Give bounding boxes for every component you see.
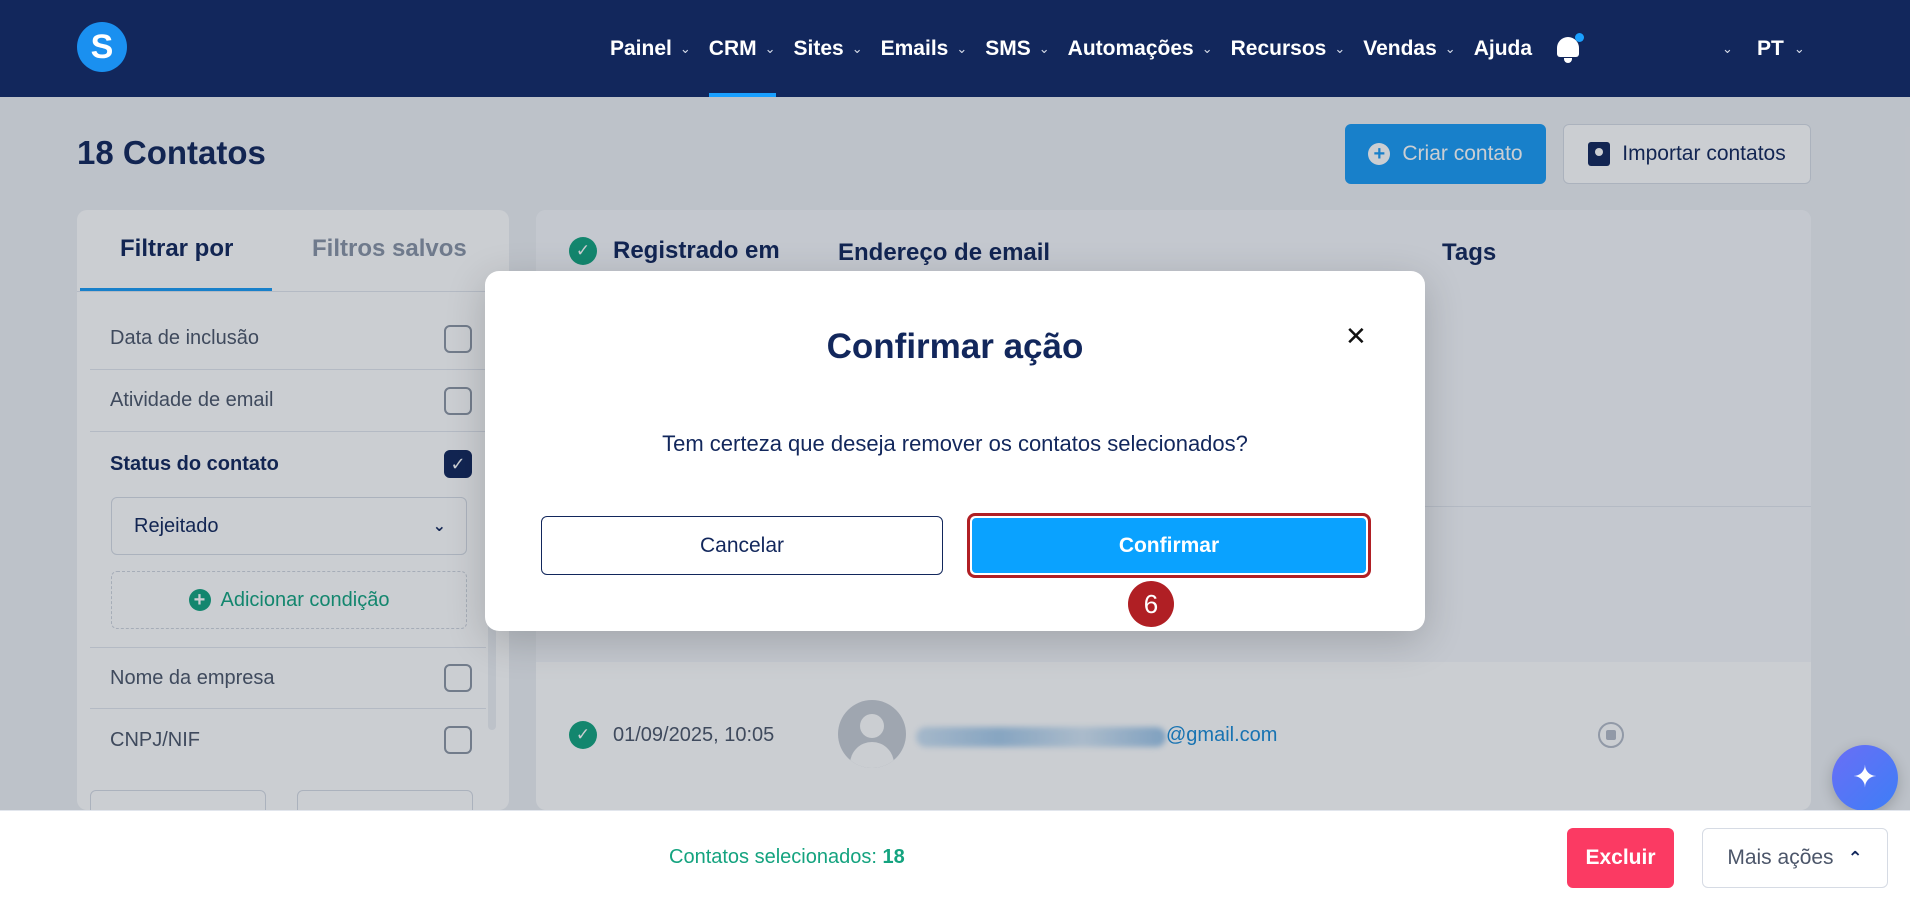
nav-item-emails[interactable]: Emails ⌄ xyxy=(881,0,968,97)
nav-label: Emails xyxy=(880,36,949,60)
chevron-down-icon: ⌄ xyxy=(1201,40,1213,56)
step-badge: 6 xyxy=(1128,581,1174,627)
delete-button[interactable]: Excluir xyxy=(1567,828,1674,888)
chevron-down-icon: ⌄ xyxy=(1793,40,1805,56)
top-navbar: S Painel ⌄ CRM ⌄ Sites ⌄ Emails ⌄ SMS ⌄ Autom… xyxy=(0,0,1910,97)
nav-label: CRM xyxy=(708,36,757,60)
language-label: PT xyxy=(1757,36,1784,60)
chevron-down-icon: ⌄ xyxy=(1038,40,1050,56)
account-menu[interactable]: ⌄ xyxy=(1722,0,1733,97)
confirm-button-highlight[interactable]: Confirmar xyxy=(967,513,1371,578)
nav-item-vendas[interactable]: Vendas ⌄ xyxy=(1363,0,1455,97)
selected-number: 18 xyxy=(882,846,905,868)
nav-item-crm[interactable]: CRM ⌄ xyxy=(708,0,776,97)
nav-label: Sites xyxy=(793,36,844,60)
bell-clapper xyxy=(1564,57,1573,63)
chevron-down-icon: ⌄ xyxy=(1444,40,1456,56)
nav-label: Painel xyxy=(610,36,672,60)
chevron-down-icon: ⌄ xyxy=(1334,40,1346,56)
button-label: Mais ações xyxy=(1727,846,1834,869)
main-nav: Painel ⌄ CRM ⌄ Sites ⌄ Emails ⌄ SMS ⌄ Automaç… xyxy=(610,0,1585,97)
selection-bar: Contatos selecionados: 18 Excluir Mais a… xyxy=(0,810,1910,903)
close-icon[interactable]: ✕ xyxy=(1345,321,1367,352)
selected-label: Contatos selecionados: xyxy=(669,846,877,868)
chevron-down-icon: ⌄ xyxy=(851,40,863,56)
chevron-down-icon: ⌄ xyxy=(679,40,691,56)
chevron-up-icon: ⌃ xyxy=(1847,847,1863,868)
nav-item-automacoes[interactable]: Automações ⌄ xyxy=(1068,0,1213,97)
nav-item-sites[interactable]: Sites ⌄ xyxy=(794,0,863,97)
nav-label: Automações xyxy=(1067,36,1194,60)
dialog-title: Confirmar ação xyxy=(826,327,1084,366)
nav-item-sms[interactable]: SMS ⌄ xyxy=(985,0,1049,97)
nav-item-painel[interactable]: Painel ⌄ xyxy=(610,0,691,97)
bell-icon[interactable] xyxy=(1554,32,1585,64)
dialog-message: Tem certeza que deseja remover os contat… xyxy=(662,431,1248,456)
nav-item-recursos[interactable]: Recursos ⌄ xyxy=(1231,0,1346,97)
nav-item-ajuda[interactable]: Ajuda xyxy=(1474,0,1532,97)
ai-sparkle-icon[interactable]: ✦ xyxy=(1832,745,1898,811)
notification-dot xyxy=(1575,32,1585,42)
cancel-button[interactable]: Cancelar xyxy=(541,516,943,575)
nav-label: Vendas xyxy=(1363,36,1437,60)
nav-label: Ajuda xyxy=(1473,36,1533,60)
selected-count: Contatos selecionados: 18 xyxy=(669,846,905,869)
nav-label: SMS xyxy=(985,36,1031,60)
app-logo[interactable]: S xyxy=(77,22,127,72)
language-selector[interactable]: PT ⌄ xyxy=(1757,0,1805,97)
confirm-button[interactable]: Confirmar xyxy=(972,518,1366,573)
chevron-down-icon: ⌄ xyxy=(764,40,776,56)
chevron-down-icon: ⌄ xyxy=(1722,40,1733,56)
confirm-dialog: Confirmar ação ✕ Tem certeza que deseja … xyxy=(485,271,1425,631)
chevron-down-icon: ⌄ xyxy=(956,40,968,56)
more-actions-button[interactable]: Mais ações ⌃ xyxy=(1702,828,1888,888)
nav-label: Recursos xyxy=(1230,36,1327,60)
